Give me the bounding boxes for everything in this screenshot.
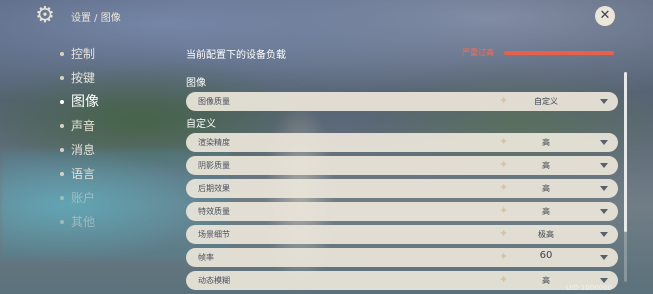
render-resolution-dropdown[interactable]: 渲染精度 ✦ 高 (186, 133, 618, 152)
device-load-row: 当前配置下的设备负载 严重过高 (186, 44, 618, 62)
bullet-icon (60, 76, 64, 80)
bullet-icon (60, 196, 64, 200)
sparkle-icon: ✦ (499, 181, 509, 194)
effects-quality-dropdown[interactable]: 特效质量 ✦ 高 (186, 202, 618, 221)
sparkle-icon: ✦ (499, 204, 509, 217)
setting-label: 帧率 (198, 253, 214, 262)
sparkle-icon: ✦ (499, 273, 509, 286)
chevron-down-icon (600, 186, 608, 191)
sidebar-item-graphics[interactable]: 图像 (60, 90, 170, 114)
bullet-icon (60, 172, 64, 176)
bullet-icon (60, 100, 64, 104)
close-button[interactable]: ✕ (595, 6, 615, 26)
sidebar-item-other[interactable]: 其他 (60, 210, 170, 234)
frame-rate-dropdown[interactable]: 帧率 ✦ 60 (186, 248, 618, 267)
breadcrumb: 设置 / 图像 (71, 13, 121, 24)
sparkle-icon: ✦ (499, 250, 509, 263)
chevron-down-icon (600, 140, 608, 145)
sidebar-item-label: 账户 (71, 191, 96, 205)
section-title-image: 图像 (186, 78, 206, 89)
setting-value: 高 (542, 161, 550, 170)
settings-panel: 当前配置下的设备负载 严重过高 图像 图像质量 ✦ 自定义 自定义 渲染精度 ✦… (186, 44, 618, 290)
sidebar-item-label: 图像 (71, 94, 99, 110)
uid-label: UID 1000000 (566, 284, 612, 292)
section-title-custom: 自定义 (186, 119, 216, 130)
scrollbar-thumb[interactable] (624, 72, 627, 232)
sparkle-icon: ✦ (499, 135, 509, 148)
device-load-bar (504, 51, 614, 55)
post-processing-dropdown[interactable]: 后期效果 ✦ 高 (186, 179, 618, 198)
sparkle-icon: ✦ (499, 227, 509, 240)
setting-label: 动态模糊 (198, 276, 230, 285)
setting-value: 60 (539, 250, 553, 261)
sidebar-item-label: 消息 (71, 143, 96, 157)
chevron-down-icon (600, 99, 608, 104)
chevron-down-icon (600, 232, 608, 237)
sidebar-item-audio[interactable]: 声音 (60, 114, 170, 138)
setting-value: 高 (542, 184, 550, 193)
chevron-down-icon (600, 278, 608, 283)
close-icon: ✕ (599, 8, 611, 23)
top-bar: ⚙ 设置 / 图像 ✕ (0, 0, 653, 32)
sparkle-icon: ✦ (499, 158, 509, 171)
sidebar-item-label: 其他 (71, 215, 96, 229)
sidebar-item-label: 按键 (71, 71, 96, 85)
sparkle-icon: ✦ (499, 94, 509, 107)
bullet-icon (60, 124, 64, 128)
device-load-status: 严重过高 (462, 48, 494, 57)
sidebar-item-label: 语言 (71, 167, 96, 181)
sidebar-item-language[interactable]: 语言 (60, 162, 170, 186)
sidebar-item-account[interactable]: 账户 (60, 186, 170, 210)
bullet-icon (60, 220, 64, 224)
setting-label: 特效质量 (198, 207, 230, 216)
chevron-down-icon (600, 163, 608, 168)
sidebar-item-messages[interactable]: 消息 (60, 138, 170, 162)
bullet-icon (60, 148, 64, 152)
scene-detail-dropdown[interactable]: 场景细节 ✦ 极高 (186, 225, 618, 244)
settings-scrollbar[interactable] (624, 72, 627, 282)
setting-label: 阴影质量 (198, 161, 230, 170)
device-load-title: 当前配置下的设备负载 (186, 50, 286, 61)
setting-value: 自定义 (534, 97, 558, 106)
motion-blur-dropdown[interactable]: 动态模糊 ✦ 高 (186, 271, 618, 290)
sidebar-item-keys[interactable]: 按键 (60, 66, 170, 90)
setting-label: 渲染精度 (198, 138, 230, 147)
setting-value: 高 (542, 207, 550, 216)
bullet-icon (60, 52, 64, 56)
setting-value: 极高 (538, 230, 554, 239)
chevron-down-icon (600, 209, 608, 214)
sidebar-item-label: 声音 (71, 119, 96, 133)
setting-value: 高 (542, 138, 550, 147)
settings-sidebar: 控制 按键 图像 声音 消息 语言 账户 其他 (60, 42, 170, 234)
setting-label: 图像质量 (198, 97, 230, 106)
shadow-quality-dropdown[interactable]: 阴影质量 ✦ 高 (186, 156, 618, 175)
setting-label: 后期效果 (198, 184, 230, 193)
setting-label: 场景细节 (198, 230, 230, 239)
gear-icon: ⚙ (35, 3, 55, 28)
image-quality-dropdown[interactable]: 图像质量 ✦ 自定义 (186, 92, 618, 111)
chevron-down-icon (600, 255, 608, 260)
sidebar-item-controls[interactable]: 控制 (60, 42, 170, 66)
sidebar-item-label: 控制 (71, 47, 96, 61)
